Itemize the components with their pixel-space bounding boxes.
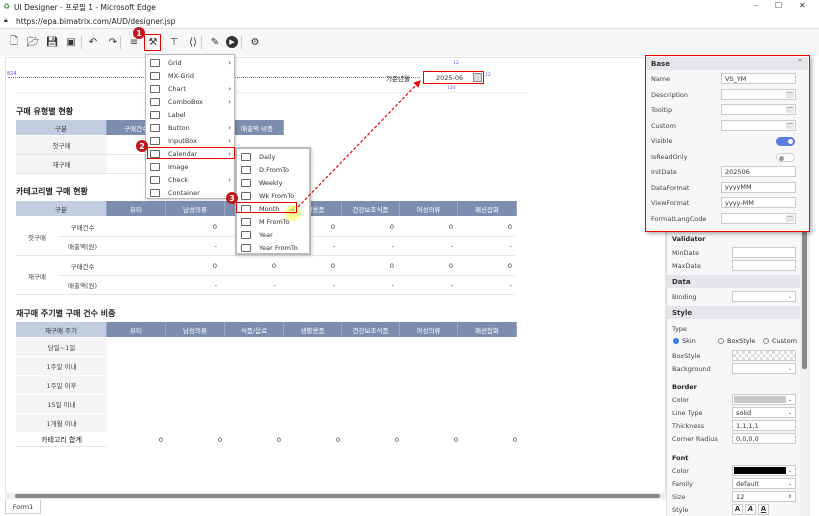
step-badge-3: 3 [226, 192, 238, 204]
step-badge-2: 2 [136, 140, 148, 152]
annotation-overlay [285, 80, 421, 221]
step-badge-1: 1 [133, 27, 145, 39]
annotation-arrow [297, 80, 421, 208]
highlight-calendar-item [147, 147, 235, 159]
highlight-tools-button [144, 34, 161, 51]
highlight-month-item [236, 202, 297, 213]
